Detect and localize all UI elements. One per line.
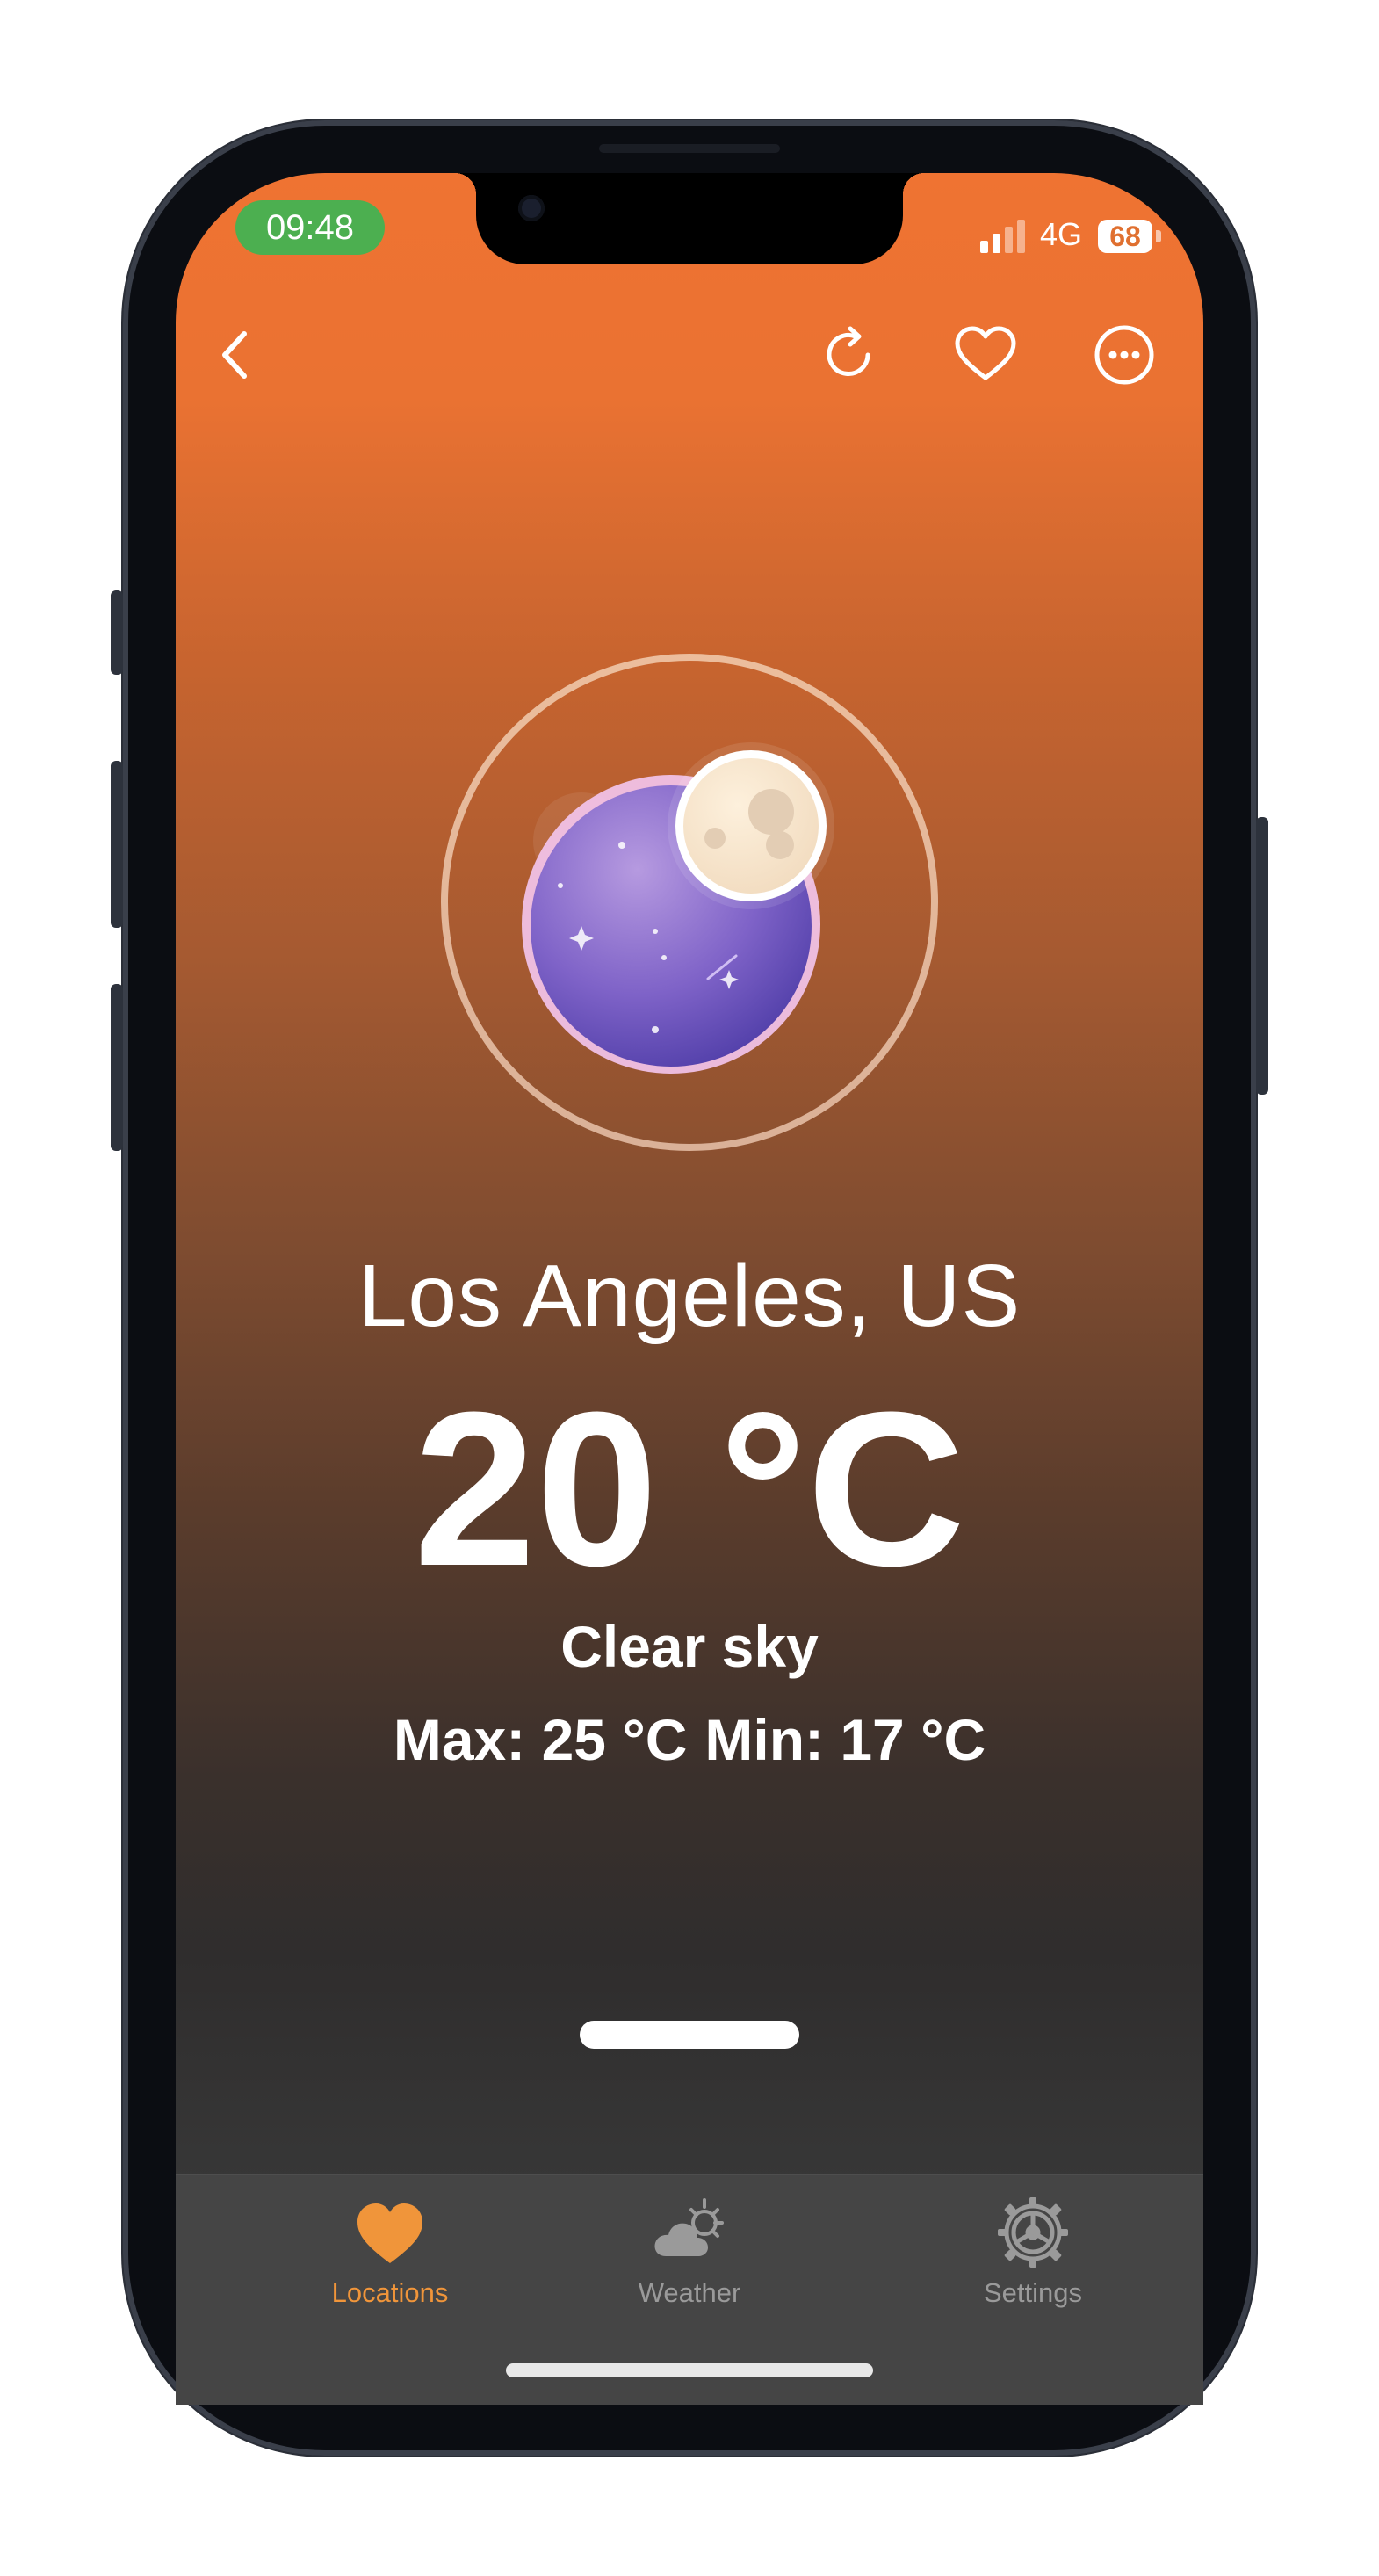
volume-down-button xyxy=(111,984,123,1151)
power-button xyxy=(1256,817,1268,1095)
battery-icon: 68 xyxy=(1098,220,1161,253)
tab-settings[interactable]: Settings xyxy=(901,2193,1165,2316)
clear-night-illustration xyxy=(439,652,940,1153)
min-max-temperature: Max: 25 °C Min: 17 °C xyxy=(176,1706,1203,1773)
max-temperature: Max: 25 °C xyxy=(393,1707,688,1772)
current-temperature: 20 °C xyxy=(413,1366,966,1611)
favorite-button[interactable] xyxy=(950,320,1021,390)
front-camera xyxy=(518,195,545,221)
more-icon xyxy=(1094,325,1154,385)
back-icon xyxy=(222,331,247,379)
tab-locations[interactable]: Locations xyxy=(258,2193,522,2316)
back-button[interactable] xyxy=(204,320,274,390)
network-type: 4G xyxy=(1040,216,1083,252)
notch xyxy=(455,173,924,264)
tab-settings-label: Settings xyxy=(983,2277,1082,2308)
cloud-sun-icon xyxy=(654,2198,724,2256)
sheet-drag-handle[interactable] xyxy=(580,2021,799,2049)
tab-locations-label: Locations xyxy=(331,2277,449,2308)
status-time: 09:48 xyxy=(235,200,385,255)
moon-planet-icon xyxy=(441,654,938,1151)
tab-weather[interactable]: Weather xyxy=(558,2193,821,2316)
heart-icon xyxy=(955,326,1016,380)
heart-icon xyxy=(357,2203,422,2263)
location-name: Los Angeles, US xyxy=(357,1247,1022,1345)
tab-weather-label: Weather xyxy=(638,2277,741,2308)
min-temperature: Min: 17 °C xyxy=(704,1707,986,1772)
silent-switch xyxy=(111,590,123,675)
refresh-button[interactable] xyxy=(815,320,885,390)
weather-condition: Clear sky xyxy=(560,1614,819,1679)
signal-icon xyxy=(980,218,1029,253)
more-button[interactable] xyxy=(1089,320,1159,390)
home-indicator[interactable] xyxy=(506,2363,873,2377)
volume-up-button xyxy=(111,761,123,928)
speaker xyxy=(599,144,780,153)
gear-icon xyxy=(998,2197,1068,2268)
refresh-icon xyxy=(827,326,870,376)
